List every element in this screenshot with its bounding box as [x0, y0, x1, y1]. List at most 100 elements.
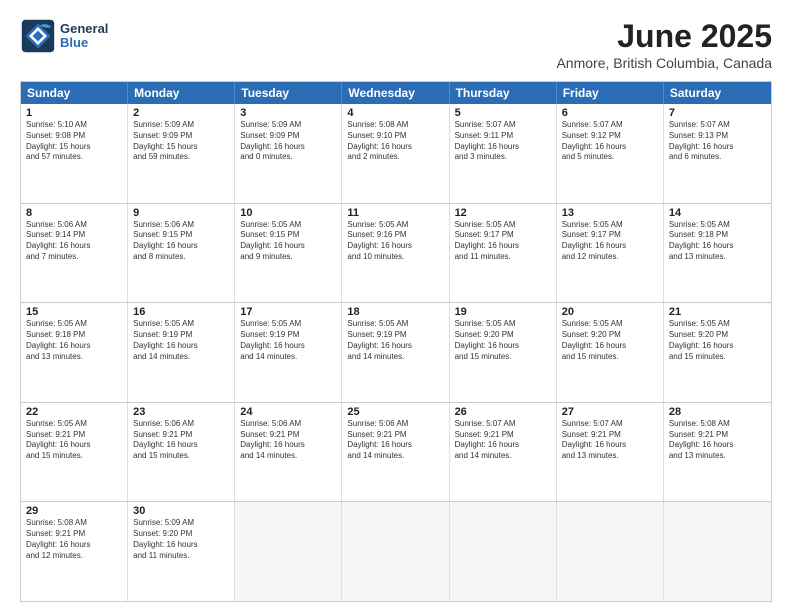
day-number: 6	[562, 107, 658, 119]
day-info: Sunrise: 5:07 AM Sunset: 9:21 PM Dayligh…	[562, 419, 658, 462]
cal-cell-empty	[557, 502, 664, 601]
day-number: 21	[669, 306, 766, 318]
cal-cell-day-11: 11Sunrise: 5:05 AM Sunset: 9:16 PM Dayli…	[342, 204, 449, 303]
day-info: Sunrise: 5:09 AM Sunset: 9:09 PM Dayligh…	[133, 120, 229, 163]
day-number: 13	[562, 207, 658, 219]
cal-cell-day-8: 8Sunrise: 5:06 AM Sunset: 9:14 PM Daylig…	[21, 204, 128, 303]
cal-cell-day-9: 9Sunrise: 5:06 AM Sunset: 9:15 PM Daylig…	[128, 204, 235, 303]
cal-cell-day-26: 26Sunrise: 5:07 AM Sunset: 9:21 PM Dayli…	[450, 403, 557, 502]
day-number: 5	[455, 107, 551, 119]
cal-cell-day-17: 17Sunrise: 5:05 AM Sunset: 9:19 PM Dayli…	[235, 303, 342, 402]
day-info: Sunrise: 5:06 AM Sunset: 9:21 PM Dayligh…	[133, 419, 229, 462]
calendar-body: 1Sunrise: 5:10 AM Sunset: 9:08 PM Daylig…	[21, 104, 771, 601]
day-number: 28	[669, 406, 766, 418]
cal-cell-day-14: 14Sunrise: 5:05 AM Sunset: 9:18 PM Dayli…	[664, 204, 771, 303]
day-number: 3	[240, 107, 336, 119]
day-info: Sunrise: 5:05 AM Sunset: 9:17 PM Dayligh…	[455, 220, 551, 263]
day-info: Sunrise: 5:05 AM Sunset: 9:15 PM Dayligh…	[240, 220, 336, 263]
header-day-tuesday: Tuesday	[235, 82, 342, 104]
day-number: 23	[133, 406, 229, 418]
day-info: Sunrise: 5:05 AM Sunset: 9:16 PM Dayligh…	[347, 220, 443, 263]
day-number: 24	[240, 406, 336, 418]
day-info: Sunrise: 5:10 AM Sunset: 9:08 PM Dayligh…	[26, 120, 122, 163]
cal-week-2: 8Sunrise: 5:06 AM Sunset: 9:14 PM Daylig…	[21, 203, 771, 303]
cal-cell-day-19: 19Sunrise: 5:05 AM Sunset: 9:20 PM Dayli…	[450, 303, 557, 402]
day-info: Sunrise: 5:05 AM Sunset: 9:19 PM Dayligh…	[240, 319, 336, 362]
header-day-monday: Monday	[128, 82, 235, 104]
cal-cell-day-6: 6Sunrise: 5:07 AM Sunset: 9:12 PM Daylig…	[557, 104, 664, 203]
cal-cell-day-22: 22Sunrise: 5:05 AM Sunset: 9:21 PM Dayli…	[21, 403, 128, 502]
cal-cell-day-30: 30Sunrise: 5:09 AM Sunset: 9:20 PM Dayli…	[128, 502, 235, 601]
day-number: 10	[240, 207, 336, 219]
cal-cell-day-10: 10Sunrise: 5:05 AM Sunset: 9:15 PM Dayli…	[235, 204, 342, 303]
cal-cell-empty	[342, 502, 449, 601]
day-info: Sunrise: 5:07 AM Sunset: 9:11 PM Dayligh…	[455, 120, 551, 163]
location: Anmore, British Columbia, Canada	[556, 55, 772, 71]
cal-cell-day-7: 7Sunrise: 5:07 AM Sunset: 9:13 PM Daylig…	[664, 104, 771, 203]
day-info: Sunrise: 5:05 AM Sunset: 9:20 PM Dayligh…	[455, 319, 551, 362]
page: General Blue June 2025 Anmore, British C…	[0, 0, 792, 612]
day-number: 20	[562, 306, 658, 318]
header-day-saturday: Saturday	[664, 82, 771, 104]
day-info: Sunrise: 5:08 AM Sunset: 9:10 PM Dayligh…	[347, 120, 443, 163]
cal-week-1: 1Sunrise: 5:10 AM Sunset: 9:08 PM Daylig…	[21, 104, 771, 203]
cal-week-5: 29Sunrise: 5:08 AM Sunset: 9:21 PM Dayli…	[21, 501, 771, 601]
header-day-sunday: Sunday	[21, 82, 128, 104]
day-info: Sunrise: 5:05 AM Sunset: 9:21 PM Dayligh…	[26, 419, 122, 462]
day-number: 2	[133, 107, 229, 119]
cal-cell-day-2: 2Sunrise: 5:09 AM Sunset: 9:09 PM Daylig…	[128, 104, 235, 203]
day-number: 8	[26, 207, 122, 219]
cal-week-3: 15Sunrise: 5:05 AM Sunset: 9:18 PM Dayli…	[21, 302, 771, 402]
day-info: Sunrise: 5:05 AM Sunset: 9:19 PM Dayligh…	[347, 319, 443, 362]
day-info: Sunrise: 5:07 AM Sunset: 9:12 PM Dayligh…	[562, 120, 658, 163]
header-day-thursday: Thursday	[450, 82, 557, 104]
day-info: Sunrise: 5:07 AM Sunset: 9:21 PM Dayligh…	[455, 419, 551, 462]
month-title: June 2025	[556, 18, 772, 55]
header-day-wednesday: Wednesday	[342, 82, 449, 104]
day-info: Sunrise: 5:06 AM Sunset: 9:15 PM Dayligh…	[133, 220, 229, 263]
cal-cell-day-4: 4Sunrise: 5:08 AM Sunset: 9:10 PM Daylig…	[342, 104, 449, 203]
day-number: 14	[669, 207, 766, 219]
calendar-header: SundayMondayTuesdayWednesdayThursdayFrid…	[21, 82, 771, 104]
logo-icon	[20, 18, 56, 54]
day-number: 25	[347, 406, 443, 418]
cal-cell-day-20: 20Sunrise: 5:05 AM Sunset: 9:20 PM Dayli…	[557, 303, 664, 402]
cal-cell-day-12: 12Sunrise: 5:05 AM Sunset: 9:17 PM Dayli…	[450, 204, 557, 303]
header: General Blue June 2025 Anmore, British C…	[20, 18, 772, 71]
logo-line1: General	[60, 21, 108, 36]
day-number: 26	[455, 406, 551, 418]
cal-week-4: 22Sunrise: 5:05 AM Sunset: 9:21 PM Dayli…	[21, 402, 771, 502]
day-number: 11	[347, 207, 443, 219]
day-info: Sunrise: 5:06 AM Sunset: 9:21 PM Dayligh…	[240, 419, 336, 462]
day-number: 7	[669, 107, 766, 119]
cal-cell-day-23: 23Sunrise: 5:06 AM Sunset: 9:21 PM Dayli…	[128, 403, 235, 502]
day-number: 29	[26, 505, 122, 517]
cal-cell-day-15: 15Sunrise: 5:05 AM Sunset: 9:18 PM Dayli…	[21, 303, 128, 402]
day-number: 16	[133, 306, 229, 318]
logo-text: General Blue	[60, 22, 108, 51]
calendar: SundayMondayTuesdayWednesdayThursdayFrid…	[20, 81, 772, 602]
logo-line2: Blue	[60, 35, 88, 50]
cal-cell-empty	[235, 502, 342, 601]
logo: General Blue	[20, 18, 108, 54]
cal-cell-day-3: 3Sunrise: 5:09 AM Sunset: 9:09 PM Daylig…	[235, 104, 342, 203]
day-info: Sunrise: 5:06 AM Sunset: 9:14 PM Dayligh…	[26, 220, 122, 263]
cal-cell-day-1: 1Sunrise: 5:10 AM Sunset: 9:08 PM Daylig…	[21, 104, 128, 203]
day-info: Sunrise: 5:08 AM Sunset: 9:21 PM Dayligh…	[669, 419, 766, 462]
day-number: 15	[26, 306, 122, 318]
cal-cell-day-25: 25Sunrise: 5:06 AM Sunset: 9:21 PM Dayli…	[342, 403, 449, 502]
day-number: 9	[133, 207, 229, 219]
day-info: Sunrise: 5:09 AM Sunset: 9:20 PM Dayligh…	[133, 518, 229, 561]
day-info: Sunrise: 5:08 AM Sunset: 9:21 PM Dayligh…	[26, 518, 122, 561]
day-info: Sunrise: 5:05 AM Sunset: 9:20 PM Dayligh…	[669, 319, 766, 362]
cal-cell-empty	[664, 502, 771, 601]
day-info: Sunrise: 5:06 AM Sunset: 9:21 PM Dayligh…	[347, 419, 443, 462]
cal-cell-day-29: 29Sunrise: 5:08 AM Sunset: 9:21 PM Dayli…	[21, 502, 128, 601]
cal-cell-day-16: 16Sunrise: 5:05 AM Sunset: 9:19 PM Dayli…	[128, 303, 235, 402]
cal-cell-empty	[450, 502, 557, 601]
cal-cell-day-13: 13Sunrise: 5:05 AM Sunset: 9:17 PM Dayli…	[557, 204, 664, 303]
cal-cell-day-21: 21Sunrise: 5:05 AM Sunset: 9:20 PM Dayli…	[664, 303, 771, 402]
day-number: 22	[26, 406, 122, 418]
cal-cell-day-24: 24Sunrise: 5:06 AM Sunset: 9:21 PM Dayli…	[235, 403, 342, 502]
day-number: 12	[455, 207, 551, 219]
